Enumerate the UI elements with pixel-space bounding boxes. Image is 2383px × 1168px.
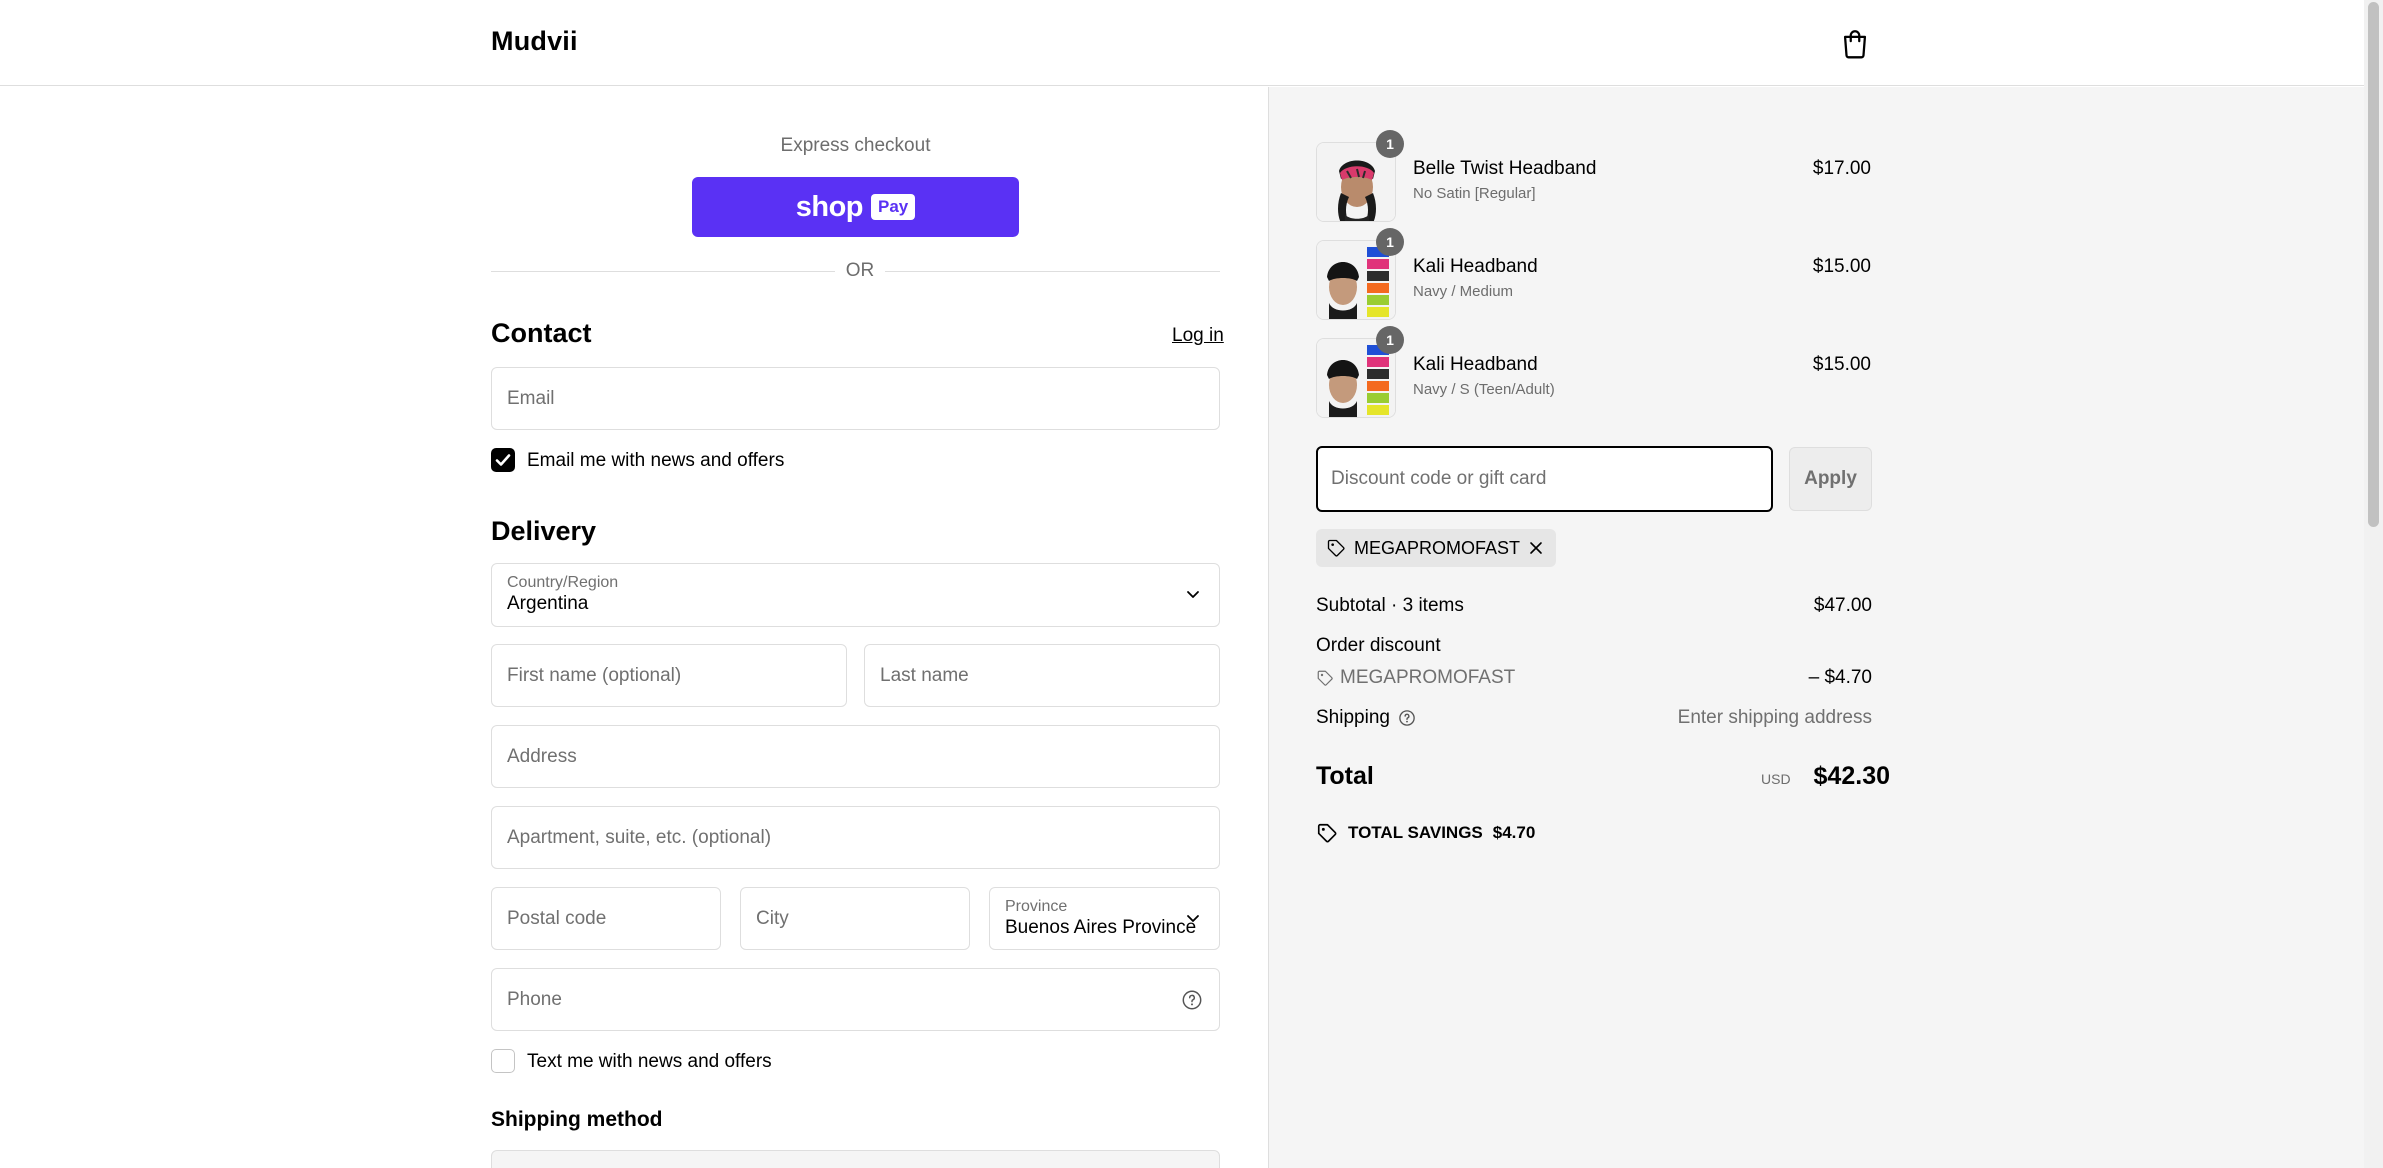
chevron-down-icon [1187, 914, 1199, 922]
email-news-label: Email me with news and offers [527, 450, 785, 471]
item-name: Kali Headband [1413, 354, 1538, 375]
text-news-checkbox[interactable] [491, 1049, 515, 1073]
address-input[interactable] [492, 726, 1219, 787]
subtotal-label: Subtotal · 3 items [1316, 595, 1464, 616]
help-icon[interactable] [1181, 989, 1203, 1011]
order-discount-row: Order discount [1316, 635, 1872, 659]
first-name-input[interactable] [492, 645, 846, 706]
shop-pay-button[interactable]: shop Pay [692, 177, 1019, 237]
cart-line-item: 1 Kali Headband Navy / Medium $15.00 [1316, 228, 1871, 320]
brand-logo[interactable]: Mudvii [491, 26, 578, 57]
discount-code-entry: MEGAPROMOFAST [1316, 667, 1515, 689]
shipping-method-box [491, 1150, 1220, 1168]
shipping-label-group: Shipping [1316, 707, 1416, 729]
total-savings-row: TOTAL SAVINGS $4.70 [1316, 822, 1535, 844]
phone-field[interactable] [491, 968, 1220, 1031]
apartment-input[interactable] [492, 807, 1219, 868]
total-savings-label: TOTAL SAVINGS [1348, 823, 1483, 842]
email-input[interactable] [492, 368, 1219, 429]
cart-line-item: 1 Kali Headband Navy / S (Teen/Adult) $1… [1316, 326, 1871, 418]
total-value: $42.30 [1813, 762, 1890, 790]
country-select[interactable]: Country/Region Argentina [491, 563, 1220, 627]
country-label: Country/Region [507, 574, 619, 591]
province-select[interactable]: Province Buenos Aires Province [989, 887, 1220, 950]
applied-code-text: MEGAPROMOFAST [1354, 537, 1521, 558]
city-input[interactable] [741, 888, 969, 949]
item-name: Belle Twist Headband [1413, 158, 1597, 179]
tag-icon [1317, 670, 1333, 686]
tag-icon [1317, 823, 1337, 843]
discount-code-row: MEGAPROMOFAST – $4.70 [1316, 667, 1872, 691]
total-label: Total [1316, 762, 1374, 790]
scrollbar-thumb[interactable] [2368, 2, 2379, 527]
discount-code-field[interactable] [1316, 446, 1773, 512]
help-icon[interactable] [1398, 709, 1416, 727]
city-field[interactable] [740, 887, 970, 950]
cart-line-item: 1 Belle Twist Headband No Satin [Regular… [1316, 130, 1871, 222]
shipping-method-heading: Shipping method [491, 1108, 663, 1131]
quantity-badge: 1 [1376, 228, 1404, 256]
express-checkout-label: Express checkout [780, 135, 931, 156]
shipping-label: Shipping [1316, 707, 1390, 728]
discount-code-label: MEGAPROMOFAST [1340, 667, 1516, 688]
page-scrollbar[interactable] [2364, 0, 2383, 1168]
item-price: $15.00 [1812, 354, 1871, 375]
header: Mudvii [0, 0, 2364, 86]
item-variant: Navy / S (Teen/Adult) [1413, 381, 1555, 398]
item-name: Kali Headband [1413, 256, 1538, 277]
contact-heading: Contact [491, 318, 592, 348]
applied-discount-chip: MEGAPROMOFAST [1316, 529, 1557, 567]
or-divider: OR [491, 260, 1220, 284]
tag-icon [1327, 539, 1345, 557]
email-field[interactable] [491, 367, 1220, 430]
close-icon[interactable] [1528, 540, 1544, 556]
shipping-value: Enter shipping address [1677, 707, 1872, 728]
province-label: Province [1005, 898, 1068, 915]
apply-discount-button[interactable]: Apply [1789, 447, 1872, 511]
quantity-badge: 1 [1376, 130, 1404, 158]
province-value: Buenos Aires Province [1005, 917, 1197, 938]
shop-pay-logo-text: shop [795, 190, 864, 223]
item-variant: No Satin [Regular] [1413, 185, 1536, 202]
last-name-input[interactable] [865, 645, 1219, 706]
chevron-down-icon [1187, 591, 1199, 598]
email-news-checkbox[interactable] [491, 448, 515, 472]
address-field[interactable] [491, 725, 1220, 788]
discount-value: – $4.70 [1808, 667, 1872, 688]
log-in-link[interactable]: Log in [1172, 325, 1224, 347]
phone-input[interactable] [492, 969, 1219, 1030]
subtotal-row: Subtotal · 3 items $47.00 [1316, 595, 1872, 619]
subtotal-value: $47.00 [1813, 595, 1872, 616]
shopping-bag-icon[interactable] [1838, 27, 1872, 61]
item-price: $17.00 [1812, 158, 1871, 179]
quantity-badge: 1 [1376, 326, 1404, 354]
item-price: $15.00 [1812, 256, 1871, 277]
checkmark-icon [495, 454, 511, 466]
first-name-field[interactable] [491, 644, 847, 707]
shop-pay-badge: Pay [871, 194, 916, 220]
item-variant: Navy / Medium [1413, 283, 1514, 300]
country-value: Argentina [507, 593, 589, 614]
last-name-field[interactable] [864, 644, 1220, 707]
postal-code-field[interactable] [491, 887, 721, 950]
order-discount-label: Order discount [1316, 635, 1441, 656]
apartment-field[interactable] [491, 806, 1220, 869]
total-savings-value: $4.70 [1492, 823, 1536, 842]
or-text: OR [845, 260, 875, 281]
discount-code-input[interactable] [1318, 448, 1771, 510]
postal-code-input[interactable] [492, 888, 720, 949]
shipping-row: Shipping Enter shipping address [1316, 707, 1872, 731]
delivery-heading: Delivery [491, 516, 597, 546]
total-currency: USD [1761, 771, 1791, 787]
text-news-label: Text me with news and offers [527, 1051, 772, 1072]
